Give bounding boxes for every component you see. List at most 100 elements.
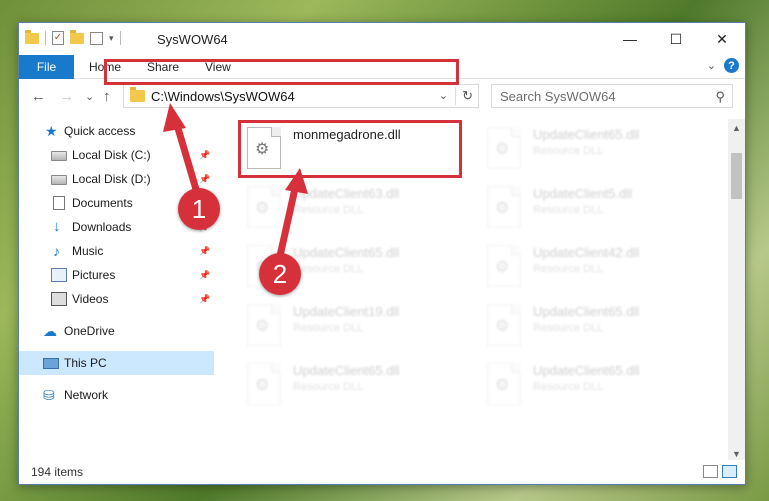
computer-icon [43,357,59,369]
file-item[interactable]: ⚙ UpdateClient65.dll Resource DLL [479,121,709,175]
sidebar-item-label: Quick access [64,124,136,138]
file-item[interactable]: ⚙ UpdateClient65.dll Resource DLL [239,357,469,411]
step-1-callout: 1 [178,188,220,230]
file-name: UpdateClient65.dll [533,304,640,319]
search-input[interactable]: Search SysWOW64 ⚲ [491,84,733,108]
address-dropdown-chevron-icon[interactable]: ⌄ [439,89,448,102]
file-name: UpdateClient65.dll [533,127,640,142]
download-icon: ↓ [53,218,61,235]
sidebar-item-label: OneDrive [64,324,115,338]
file-item[interactable]: ⚙ UpdateClient65.dll Resource DLL [479,298,709,352]
quick-access-toolbar: ✓ ▾ [25,29,121,45]
recent-locations-chevron-icon[interactable]: ⌄ [85,90,94,103]
file-name: UpdateClient5.dll [533,186,633,201]
address-bar[interactable]: C:\Windows\SysWOW64 ⌄ ↻ [123,84,479,108]
gear-icon: ⚙ [255,200,270,217]
sidebar-item-label: Pictures [72,268,116,282]
item-count: 194 items [31,465,84,479]
dll-file-icon: ⚙ [487,245,521,287]
pin-icon[interactable]: 📌 [199,150,210,161]
search-placeholder: Search SysWOW64 [500,89,616,104]
sidebar-item-quick-access[interactable]: ★ Quick access [19,119,214,143]
scroll-thumb[interactable] [731,153,742,199]
sidebar-item-label: Music [72,244,104,258]
sidebar-item-label: Documents [72,196,133,210]
scroll-up-icon[interactable]: ▲ [728,119,745,136]
network-icon: ⛁ [43,387,55,403]
file-type: Resource DLL [293,263,364,275]
gear-icon: ⚙ [495,141,510,158]
sidebar-item-this-pc[interactable]: This PC [19,351,214,375]
help-icon[interactable]: ? [724,58,739,73]
customize-toolbar-chevron-icon[interactable]: ▾ [109,33,114,44]
expand-ribbon-chevron-icon[interactable]: ⌄ [707,59,716,72]
up-button[interactable]: ↑ [103,88,111,105]
file-item[interactable]: ⚙ UpdateClient19.dll Resource DLL [239,298,469,352]
view-toggle [703,465,737,478]
refresh-icon[interactable]: ↻ [462,88,473,104]
sidebar-item-videos[interactable]: Videos 📌 [19,287,214,311]
pin-icon[interactable]: 📌 [199,270,210,281]
dll-file-icon: ⚙ [487,363,521,405]
cloud-icon: ☁ [43,323,57,339]
address-bar-highlight [104,59,459,85]
folder-icon [130,87,145,102]
new-folder-icon[interactable] [70,29,84,44]
vertical-scrollbar[interactable]: ▲ ▼ [728,119,745,462]
music-icon: ♪ [53,243,60,259]
file-name: UpdateClient65.dll [293,245,400,260]
gear-icon: ⚙ [255,377,270,394]
large-icons-view-icon[interactable] [722,465,737,478]
dll-file-icon: ⚙ [487,304,521,346]
close-button[interactable]: ✕ [699,23,745,55]
file-item[interactable]: ⚙ UpdateClient42.dll Resource DLL [479,239,709,293]
sidebar-item-local-disk-d[interactable]: Local Disk (D:) 📌 [19,167,214,191]
details-view-icon[interactable] [703,465,718,478]
file-name: UpdateClient42.dll [533,245,640,260]
pin-icon[interactable]: 📌 [199,294,210,305]
file-type: Resource DLL [293,322,364,334]
file-item[interactable]: ⚙ UpdateClient63.dll Resource DLL [239,180,469,234]
sidebar-item-pictures[interactable]: Pictures 📌 [19,263,214,287]
sidebar-item-label: Videos [72,292,109,306]
window-controls: — ☐ ✕ [607,23,745,55]
search-icon[interactable]: ⚲ [715,89,725,105]
properties-icon[interactable] [90,31,103,45]
file-name: UpdateClient65.dll [293,363,400,378]
folder-icon[interactable] [25,29,39,44]
sidebar-item-local-disk-c[interactable]: Local Disk (C:) 📌 [19,143,214,167]
sidebar-item-label: Local Disk (C:) [72,148,151,162]
address-divider [455,87,456,105]
tab-file[interactable]: File [19,55,74,79]
file-item[interactable]: ⚙ UpdateClient5.dll Resource DLL [479,180,709,234]
pictures-icon [51,268,67,282]
pin-icon[interactable]: 📌 [199,246,210,257]
dll-file-icon: ⚙ [487,127,521,169]
file-name: UpdateClient19.dll [293,304,400,319]
sidebar-item-music[interactable]: ♪ Music 📌 [19,239,214,263]
sidebar-item-label: This PC [64,356,107,370]
step-2-callout: 2 [259,253,301,295]
videos-icon [51,292,67,306]
forward-button[interactable]: → [59,88,74,105]
file-item[interactable]: ⚙ UpdateClient65.dll Resource DLL [479,357,709,411]
sidebar-item-network[interactable]: ⛁ Network [19,383,214,407]
address-path[interactable]: C:\Windows\SysWOW64 [151,89,295,104]
properties-check-icon[interactable]: ✓ [52,31,64,45]
file-name: UpdateClient63.dll [293,186,400,201]
toolbar-divider [119,31,121,45]
pin-icon[interactable]: 📌 [199,174,210,185]
back-button[interactable]: ← [31,88,46,105]
dll-file-icon: ⚙ [247,363,281,405]
sidebar-item-label: Network [64,388,109,402]
file-type: Resource DLL [293,204,364,216]
file-type: Resource DLL [533,145,604,157]
gear-icon: ⚙ [495,377,510,394]
gear-icon: ⚙ [495,200,510,217]
file-name: UpdateClient65.dll [533,363,640,378]
gear-icon: ⚙ [495,318,510,335]
drive-icon [51,175,67,185]
minimize-button[interactable]: — [607,23,653,55]
maximize-button[interactable]: ☐ [653,23,699,55]
sidebar-item-onedrive[interactable]: ☁ OneDrive [19,319,214,343]
